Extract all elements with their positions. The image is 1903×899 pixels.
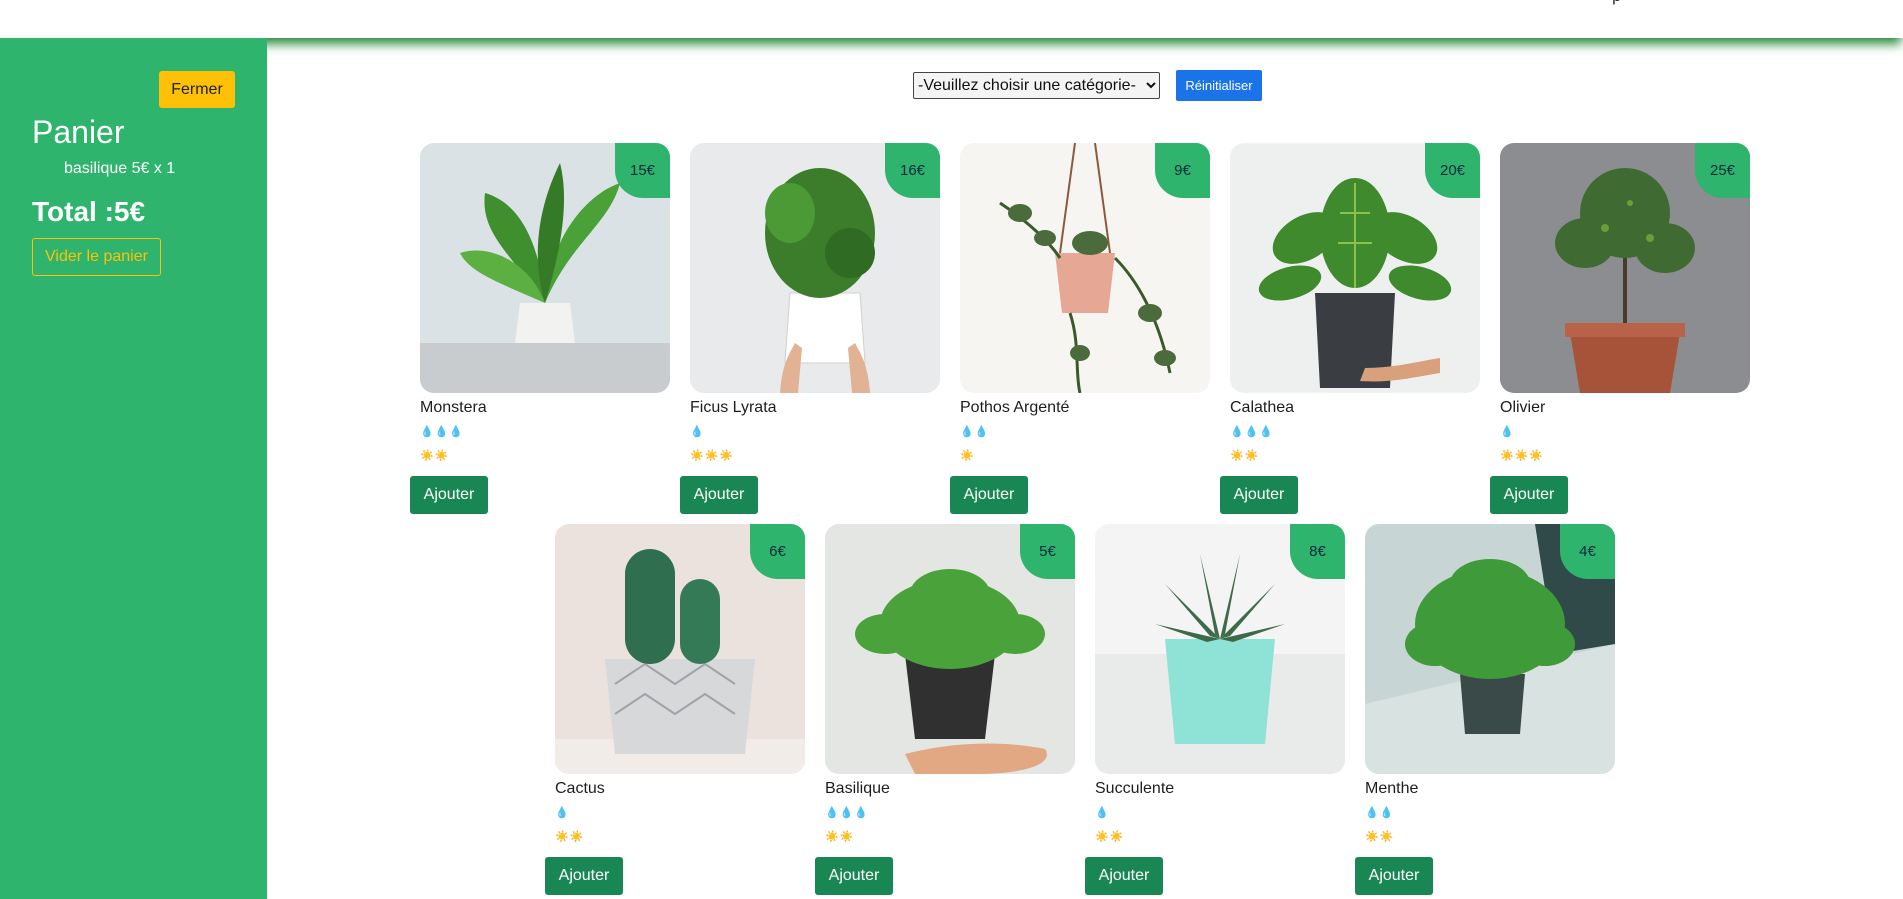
add-to-cart-button[interactable]: Ajouter <box>680 476 758 514</box>
price-badge: 5€ <box>1020 524 1075 579</box>
category-filter: -Veuillez choisir une catégorie- Réiniti… <box>913 70 1262 101</box>
app: p Fermer Panier basilique 5€ x 1 Total :… <box>0 0 1903 899</box>
water-level-icon: 💧 <box>1500 426 1515 438</box>
product-name: Monstera <box>420 399 487 416</box>
light-level-icon: ☀️☀️☀️ <box>1500 450 1545 462</box>
price-badge: 9€ <box>1155 143 1210 198</box>
cart-sidebar: Fermer Panier basilique 5€ x 1 Total :5€… <box>0 38 267 899</box>
product-name: Olivier <box>1500 399 1546 416</box>
add-to-cart-button[interactable]: Ajouter <box>815 857 893 895</box>
cart-total: Total :5€ <box>32 196 146 227</box>
price-badge: 16€ <box>885 143 940 198</box>
product-name: Ficus Lyrata <box>690 399 777 416</box>
price-badge: 15€ <box>615 143 670 198</box>
price-badge: 8€ <box>1290 524 1345 579</box>
close-cart-button[interactable]: Fermer <box>159 71 235 108</box>
reset-button[interactable]: Réinitialiser <box>1176 70 1262 101</box>
water-level-icon: 💧 <box>690 426 705 438</box>
light-level-icon: ☀️☀️☀️ <box>690 450 735 462</box>
light-level-icon: ☀️☀️ <box>1230 450 1260 462</box>
product-card-pothos-argente: 9€ Pothos Argenté 💧💧 ☀️ Ajouter <box>950 143 1220 523</box>
light-level-icon: ☀️☀️ <box>420 450 450 462</box>
light-level-icon: ☀️☀️ <box>825 831 855 843</box>
light-level-icon: ☀️☀️ <box>1365 831 1395 843</box>
product-name: Calathea <box>1230 399 1295 416</box>
product-card-succulente: 8€ Succulente 💧 ☀️☀️ Ajouter <box>1085 524 1355 899</box>
price-badge: 6€ <box>750 524 805 579</box>
product-card-calathea: 20€ Calathea 💧💧💧 ☀️☀️ Ajouter <box>1220 143 1490 523</box>
cart-items-list: basilique 5€ x 1 <box>64 160 175 178</box>
add-to-cart-button[interactable]: Ajouter <box>1355 857 1433 895</box>
price-badge: 4€ <box>1560 524 1615 579</box>
water-level-icon: 💧 <box>1095 807 1110 819</box>
product-name: Pothos Argenté <box>960 399 1070 416</box>
add-to-cart-button[interactable]: Ajouter <box>1220 476 1298 514</box>
product-card-basilique: 5€ Basilique 💧💧💧 ☀️☀️ Ajouter <box>815 524 1085 899</box>
add-to-cart-button[interactable]: Ajouter <box>1490 476 1568 514</box>
price-badge: 20€ <box>1425 143 1480 198</box>
water-level-icon: 💧💧 <box>960 426 990 438</box>
product-name: Cactus <box>555 780 605 797</box>
product-card-cactus: 6€ Cactus 💧 ☀️☀️ Ajouter <box>545 524 815 899</box>
light-level-icon: ☀️☀️ <box>1095 831 1125 843</box>
product-card-ficus-lyrata: 16€ Ficus Lyrata 💧 ☀️☀️☀️ Ajouter <box>680 143 950 523</box>
product-name: Basilique <box>825 780 890 797</box>
water-level-icon: 💧 <box>555 807 570 819</box>
add-to-cart-button[interactable]: Ajouter <box>545 857 623 895</box>
water-level-icon: 💧💧💧 <box>1230 426 1275 438</box>
water-level-icon: 💧💧💧 <box>825 807 870 819</box>
add-to-cart-button[interactable]: Ajouter <box>950 476 1028 514</box>
product-name: Menthe <box>1365 780 1419 797</box>
top-bar: p <box>0 0 1903 38</box>
light-level-icon: ☀️☀️ <box>555 831 585 843</box>
topbar-text-fragment: p <box>1612 0 1621 6</box>
product-card-olivier: 25€ Olivier 💧 ☀️☀️☀️ Ajouter <box>1490 143 1760 523</box>
add-to-cart-button[interactable]: Ajouter <box>410 476 488 514</box>
cart-item: basilique 5€ x 1 <box>64 160 176 177</box>
category-select[interactable]: -Veuillez choisir une catégorie- <box>913 72 1160 99</box>
cart-title: Panier <box>32 114 125 150</box>
product-card-monstera: 15€ Monstera 💧💧💧 ☀️☀️ Ajouter <box>410 143 680 523</box>
water-level-icon: 💧💧 <box>1365 807 1395 819</box>
empty-cart-button[interactable]: Vider le panier <box>32 238 161 276</box>
price-badge: 25€ <box>1695 143 1750 198</box>
add-to-cart-button[interactable]: Ajouter <box>1085 857 1163 895</box>
product-card-menthe: 4€ Menthe 💧💧 ☀️☀️ Ajouter <box>1355 524 1625 899</box>
light-level-icon: ☀️ <box>960 450 975 462</box>
product-name: Succulente <box>1095 780 1175 797</box>
water-level-icon: 💧💧💧 <box>420 426 465 438</box>
